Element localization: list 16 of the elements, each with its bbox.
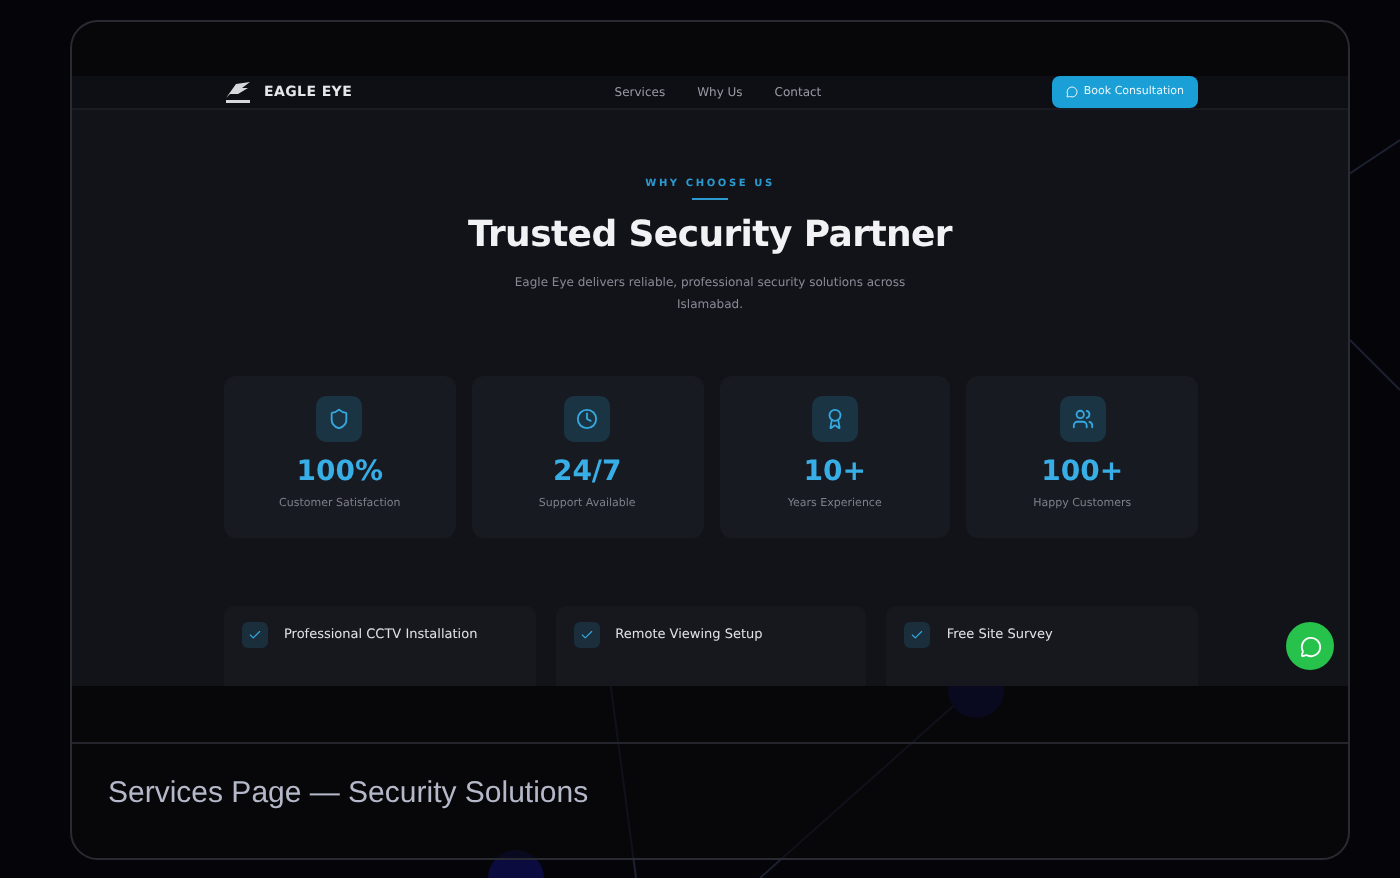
shield-icon xyxy=(328,408,351,430)
check-icon xyxy=(910,628,925,642)
caption-text: Services Page — Security Solutions xyxy=(108,776,589,810)
section-title: Trusted Security Partner xyxy=(467,214,952,256)
stat-value: 100% xyxy=(296,456,383,488)
eagle-logo-icon xyxy=(224,80,252,104)
users-icon xyxy=(1071,408,1094,430)
chat-bubble-icon xyxy=(1065,86,1078,98)
chat-bubble-icon xyxy=(1299,635,1321,657)
clock-icon xyxy=(576,408,599,430)
stat-value: 24/7 xyxy=(552,456,622,488)
stat-value: 100+ xyxy=(1041,456,1124,488)
stat-value: 10+ xyxy=(803,456,866,488)
ribbon-icon xyxy=(823,408,846,430)
check-icon xyxy=(248,628,262,642)
check-icon xyxy=(579,628,594,642)
